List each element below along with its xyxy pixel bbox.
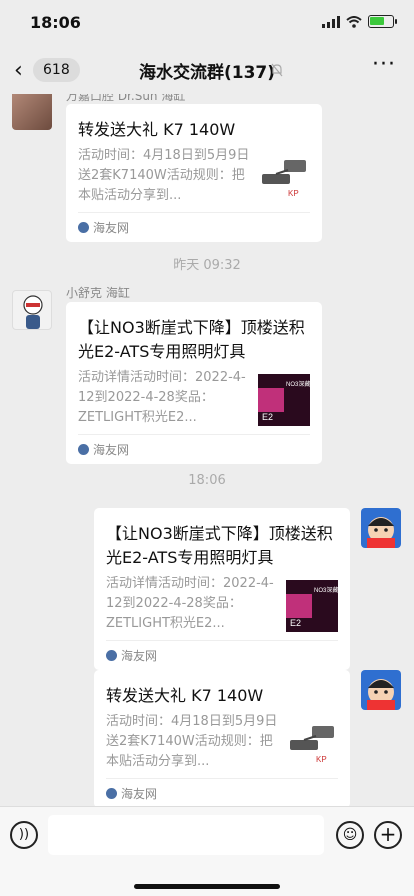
card-source: 海友网	[78, 212, 310, 242]
battery-icon	[368, 15, 397, 28]
card-thumbnail: NO3深藏 50大便宜 E2	[258, 374, 337, 426]
card-title: 转发送大礼 K7 140W	[106, 686, 264, 705]
message-outgoing: 【让NO3断崖式下降】顶楼送积光E2-ATS专用照明灯具 活动详情活动时间：20…	[0, 506, 414, 670]
sender-name: 小舒克 海缸	[66, 286, 130, 300]
card-thumbnail: KP	[258, 152, 310, 204]
message-input-bar: )) ☺ +	[0, 806, 414, 896]
avatar[interactable]	[361, 670, 401, 710]
event-poster-image: NO3深藏 50大便宜 E2	[286, 580, 365, 632]
card-description: 活动时间：4月18日到5月9日送2套K7140W活动规则：把本贴活动分享到...	[78, 148, 250, 203]
message-incoming: 小舒克 海缸 【让NO3断崖式下降】顶楼送积光E2-ATS专用照明灯具 活动详情…	[0, 284, 414, 464]
svg-text:KP: KP	[316, 755, 327, 764]
card-title: 转发送大礼 K7 140W	[78, 120, 236, 139]
link-card[interactable]: 转发送大礼 K7 140W 活动时间：4月18日到5月9日送2套K7140W活动…	[94, 670, 350, 806]
avatar[interactable]	[12, 94, 52, 130]
svg-text:NO3深藏 50大便宜: NO3深藏 50大便宜	[286, 380, 310, 388]
haiyou-logo-icon	[78, 222, 89, 233]
svg-text:KP: KP	[288, 189, 299, 198]
svg-text:E2: E2	[290, 618, 301, 628]
status-bar: 18:06	[0, 0, 414, 46]
svg-text:E2: E2	[262, 412, 273, 422]
plus-icon[interactable]: +	[374, 821, 402, 849]
more-dots-icon[interactable]: ···	[372, 52, 396, 77]
chat-message-list[interactable]: 万嘉口腔 Dr.Sun 海缸 转发送大礼 K7 140W 活动时间：4月18日到…	[0, 94, 414, 806]
status-icons	[322, 15, 397, 28]
card-source-label: 海友网	[93, 221, 130, 235]
mute-bell-icon	[271, 63, 283, 77]
card-description: 活动详情活动时间：2022-4-12到2022-4-28奖品：ZETLIGHT积…	[78, 370, 246, 425]
card-source: 海友网	[106, 778, 338, 806]
voice-icon[interactable]: ))	[10, 821, 38, 849]
emoji-icon[interactable]: ☺	[336, 821, 364, 849]
time-separator: 18:06	[188, 473, 226, 488]
cellular-signal-icon	[322, 15, 340, 28]
wifi-icon	[346, 15, 362, 28]
card-source: 海友网	[78, 434, 310, 464]
card-source: 海友网	[106, 640, 338, 670]
haiyou-logo-icon	[78, 444, 89, 455]
time-separator: 昨天 09:32	[173, 258, 241, 273]
message-incoming: 万嘉口腔 Dr.Sun 海缸 转发送大礼 K7 140W 活动时间：4月18日到…	[0, 94, 414, 242]
status-time: 18:06	[30, 13, 81, 32]
lamp-product-image: KP	[290, 726, 334, 764]
haiyou-logo-icon	[106, 788, 117, 799]
home-indicator	[134, 884, 280, 889]
lamp-product-image: KP	[262, 160, 306, 198]
card-thumbnail: NO3深藏 50大便宜 E2	[286, 580, 365, 632]
card-title: 【让NO3断崖式下降】顶楼送积光E2-ATS专用照明灯具	[106, 524, 333, 567]
card-source-label: 海友网	[121, 649, 158, 663]
avatar[interactable]	[12, 290, 52, 330]
svg-text:NO3深藏 50大便宜: NO3深藏 50大便宜	[314, 586, 338, 594]
message-input[interactable]	[48, 815, 324, 855]
card-title: 【让NO3断崖式下降】顶楼送积光E2-ATS专用照明灯具	[78, 318, 305, 361]
chat-header: ‹ 618 海水交流群(137) ···	[0, 46, 414, 94]
card-thumbnail: KP	[286, 718, 338, 770]
sender-name: 万嘉口腔 Dr.Sun 海缸	[66, 94, 186, 103]
avatar[interactable]	[361, 508, 401, 548]
card-source-label: 海友网	[93, 443, 130, 457]
link-card[interactable]: 转发送大礼 K7 140W 活动时间：4月18日到5月9日送2套K7140W活动…	[66, 104, 322, 242]
message-outgoing: 转发送大礼 K7 140W 活动时间：4月18日到5月9日送2套K7140W活动…	[0, 668, 414, 806]
chat-title: 海水交流群(137)	[138, 63, 276, 83]
event-poster-image: NO3深藏 50大便宜 E2	[258, 374, 337, 426]
haiyou-logo-icon	[106, 650, 117, 661]
card-description: 活动详情活动时间：2022-4-12到2022-4-28奖品：ZETLIGHT积…	[106, 576, 274, 631]
link-card[interactable]: 【让NO3断崖式下降】顶楼送积光E2-ATS专用照明灯具 活动详情活动时间：20…	[66, 302, 337, 464]
link-card[interactable]: 【让NO3断崖式下降】顶楼送积光E2-ATS专用照明灯具 活动详情活动时间：20…	[94, 508, 365, 670]
card-source-label: 海友网	[121, 787, 158, 801]
card-description: 活动时间：4月18日到5月9日送2套K7140W活动规则：把本贴活动分享到...	[106, 714, 278, 769]
